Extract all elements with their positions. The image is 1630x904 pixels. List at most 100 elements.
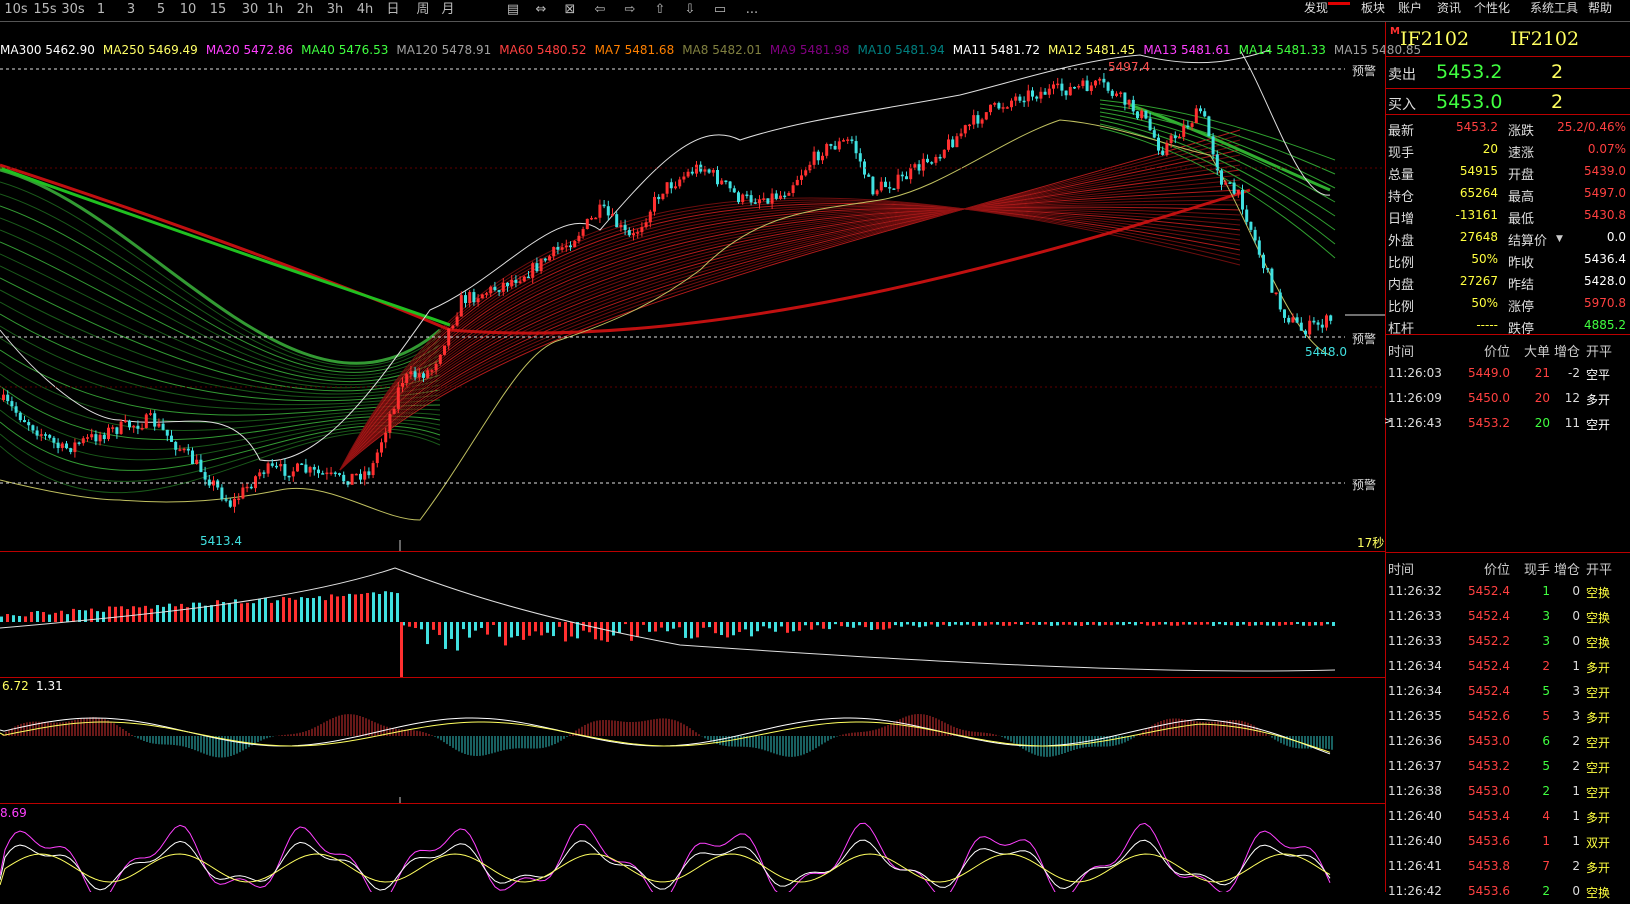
period-button[interactable]: 30s xyxy=(60,0,86,21)
menu-item[interactable]: 发现 xyxy=(1304,0,1328,21)
column-header[interactable]: 时间 xyxy=(1388,341,1414,360)
warn-label-mid[interactable]: 预警 xyxy=(1350,330,1379,347)
volume-bar xyxy=(660,622,663,628)
candle-body xyxy=(338,473,341,475)
candle-body xyxy=(1110,90,1114,96)
candle-body xyxy=(1241,189,1244,210)
table-cell: 5453.6 xyxy=(1468,884,1510,898)
sell-row[interactable]: 卖出 5453.2 2 xyxy=(1386,60,1630,86)
warn-label-top[interactable]: 预警 xyxy=(1350,62,1379,79)
menu-item[interactable]: 板块 xyxy=(1361,0,1385,21)
sell-label: 卖出 xyxy=(1388,67,1416,83)
table-row[interactable]: 11:26:32 5452.4 1 0 空换 xyxy=(1386,581,1630,604)
period-button[interactable]: 10s xyxy=(3,0,29,21)
volume-bar xyxy=(1110,622,1113,626)
toolbar-icon-expand[interactable]: ⇔ xyxy=(528,0,554,21)
table-row[interactable]: 11:26:38 5453.0 2 1 空开 xyxy=(1386,781,1630,804)
table-row[interactable]: 11:26:33 5452.4 3 0 空换 xyxy=(1386,606,1630,629)
menu-item[interactable]: 账户 xyxy=(1398,0,1422,21)
volume-bar xyxy=(546,622,549,633)
table-row[interactable]: 11:26:35 5452.6 5 3 多开 xyxy=(1386,706,1630,729)
table-row[interactable]: 11:26:40 5453.6 1 1 双开 xyxy=(1386,831,1630,854)
period-button[interactable]: 3h xyxy=(322,0,348,21)
volume-bar xyxy=(270,602,273,622)
table-row[interactable]: 11:26:33 5452.2 3 0 空换 xyxy=(1386,631,1630,654)
column-header[interactable]: 价位 xyxy=(1484,559,1510,578)
table-row[interactable]: 11:26:40 5453.4 4 1 多开 xyxy=(1386,806,1630,829)
volume-bar xyxy=(18,615,21,622)
period-button[interactable]: 周 xyxy=(410,0,436,21)
candle-body xyxy=(1190,123,1194,127)
contract-code-right[interactable]: IF2102 xyxy=(1510,28,1579,50)
stat-label: 速涨 xyxy=(1508,146,1535,161)
candle-body xyxy=(930,162,934,164)
candle-body xyxy=(426,370,430,378)
table-row[interactable]: 11:26:37 5453.2 5 2 空开 xyxy=(1386,756,1630,779)
toolbar-icon-window[interactable]: ▭ xyxy=(707,0,733,21)
candle-body xyxy=(1169,135,1173,143)
table-row[interactable]: 11:26:36 5453.0 6 2 空开 xyxy=(1386,731,1630,754)
contract-code-left[interactable]: IF2102 xyxy=(1400,28,1469,50)
column-header[interactable]: 现手 xyxy=(1524,559,1550,578)
period-button[interactable]: 30 xyxy=(237,0,263,21)
caret-down-icon[interactable]: ▼ xyxy=(1556,234,1563,244)
table-row[interactable]: 11:26:41 5453.8 7 2 多开 xyxy=(1386,856,1630,879)
table-row[interactable]: 11:26:03 5449.0 21 -2 空平 xyxy=(1386,363,1630,386)
table-cell: 5449.0 xyxy=(1468,366,1510,380)
volume-bar xyxy=(210,605,213,622)
period-button[interactable]: 1h xyxy=(262,0,288,21)
ma-legend-item: MA8 5482.01 xyxy=(682,43,762,57)
period-button[interactable]: 10 xyxy=(175,0,201,21)
candle-body xyxy=(850,139,854,142)
period-button[interactable]: 5 xyxy=(148,0,174,21)
arrow-up-icon[interactable]: ⇧ xyxy=(647,0,673,21)
period-button[interactable]: 2h xyxy=(292,0,318,21)
toolbar-icon-shrink[interactable]: ⊠ xyxy=(557,0,583,21)
arrow-right-icon[interactable]: ⇨ xyxy=(617,0,643,21)
period-button[interactable]: 日 xyxy=(380,0,406,21)
candle-body xyxy=(220,487,224,500)
period-button[interactable]: 15 xyxy=(205,0,231,21)
table-row[interactable]: 11:26:34 5452.4 5 3 空开 xyxy=(1386,681,1630,704)
period-button[interactable]: 3 xyxy=(118,0,144,21)
period-button[interactable]: 15s xyxy=(32,0,58,21)
table-row[interactable]: 11:26:34 5452.4 2 1 多开 xyxy=(1386,656,1630,679)
menu-item[interactable]: 系统工具 xyxy=(1530,0,1578,21)
warn-label-low[interactable]: 预警 xyxy=(1350,476,1379,493)
column-header[interactable]: 时间 xyxy=(1388,559,1414,578)
arrow-left-icon[interactable]: ⇦ xyxy=(587,0,613,21)
menu-item[interactable]: 帮助 xyxy=(1588,0,1612,21)
candle-body xyxy=(1266,268,1270,270)
stat-label: 涨停 xyxy=(1508,300,1535,315)
menu-item[interactable]: 个性化 xyxy=(1474,0,1510,21)
arrow-down-icon[interactable]: ⇩ xyxy=(677,0,703,21)
period-button[interactable]: 1 xyxy=(88,0,114,21)
candle-body xyxy=(1026,90,1030,102)
column-header[interactable]: 大单 xyxy=(1524,341,1550,360)
band-upper-right xyxy=(1239,49,1331,196)
table-row[interactable]: 11:26:42 5453.6 2 0 空换 xyxy=(1386,881,1630,904)
table-row[interactable]: 11:26:09 5450.0 20 12 多开 xyxy=(1386,388,1630,411)
column-header[interactable]: 价位 xyxy=(1484,341,1510,360)
period-button[interactable]: 4h xyxy=(352,0,378,21)
more-button[interactable]: ... xyxy=(740,0,764,21)
volume-bar xyxy=(1326,622,1329,625)
column-header[interactable]: 增仓 xyxy=(1554,559,1580,578)
candle-body xyxy=(413,371,417,378)
ma-line xyxy=(339,207,1241,471)
column-header[interactable]: 开平 xyxy=(1586,341,1612,360)
period-button[interactable]: 月 xyxy=(435,0,461,21)
volume-bar xyxy=(1206,622,1209,625)
chart-canvas[interactable] xyxy=(0,22,1385,892)
buy-row[interactable]: 买入 5453.0 2 xyxy=(1386,88,1630,114)
volume-bar xyxy=(672,622,675,629)
column-header[interactable]: 增仓 xyxy=(1554,341,1580,360)
volume-bar xyxy=(318,596,321,622)
column-header[interactable]: 开平 xyxy=(1586,559,1612,578)
toolbar-icon-grid[interactable]: ▤ xyxy=(500,0,526,21)
volume-bar xyxy=(378,593,381,622)
stat-value: 5453.2 xyxy=(1456,120,1498,134)
candle-body xyxy=(686,171,690,177)
menu-item[interactable]: 资讯 xyxy=(1437,0,1461,21)
table-row[interactable]: 11:26:43 5453.2 20 11 空开 > xyxy=(1384,413,1630,436)
